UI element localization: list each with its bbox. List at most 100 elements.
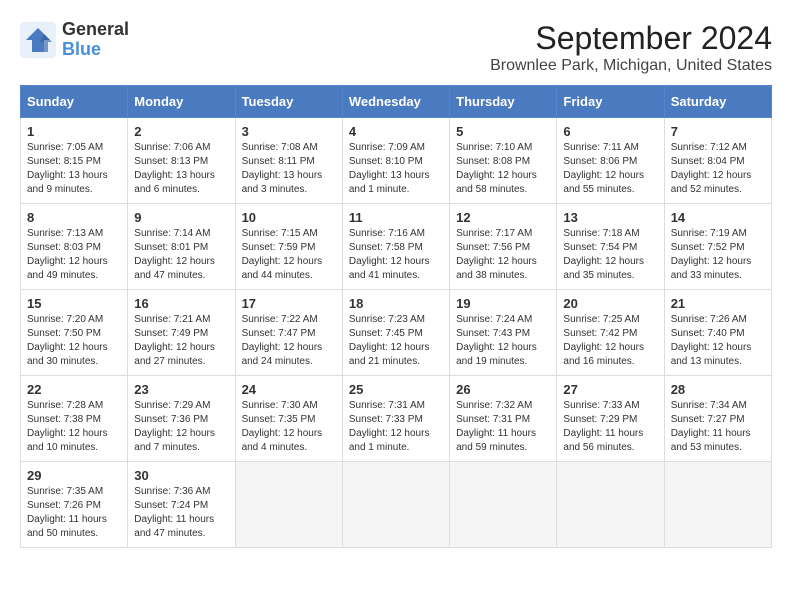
calendar-cell: 19 Sunrise: 7:24 AM Sunset: 7:43 PM Dayli… (450, 290, 557, 376)
calendar-cell (664, 462, 771, 548)
day-info: Sunrise: 7:31 AM Sunset: 7:33 PM Dayligh… (349, 399, 443, 455)
day-number: 29 (27, 468, 121, 483)
day-number: 30 (134, 468, 228, 483)
calendar-cell: 30 Sunrise: 7:36 AM Sunset: 7:24 PM Dayli… (128, 462, 235, 548)
calendar-cell: 15 Sunrise: 7:20 AM Sunset: 7:50 PM Dayli… (21, 290, 128, 376)
day-number: 28 (671, 382, 765, 397)
calendar-cell: 1Sunrise: 7:05 AM Sunset: 8:15 PM Daylig… (21, 118, 128, 204)
calendar-cell: 3Sunrise: 7:08 AM Sunset: 8:11 PM Daylig… (235, 118, 342, 204)
calendar-cell (235, 462, 342, 548)
logo: General Blue (20, 20, 129, 60)
day-info: Sunrise: 7:32 AM Sunset: 7:31 PM Dayligh… (456, 399, 550, 455)
day-info: Sunrise: 7:13 AM Sunset: 8:03 PM Dayligh… (27, 227, 121, 283)
day-info: Sunrise: 7:21 AM Sunset: 7:49 PM Dayligh… (134, 313, 228, 369)
logo-icon (20, 22, 56, 58)
calendar-cell (450, 462, 557, 548)
calendar-cell: 27 Sunrise: 7:33 AM Sunset: 7:29 PM Dayli… (557, 376, 664, 462)
calendar-cell: 25Sunrise: 7:31 AM Sunset: 7:33 PM Dayli… (342, 376, 449, 462)
logo-text: General Blue (62, 20, 129, 60)
day-number: 27 (563, 382, 657, 397)
day-number: 26 (456, 382, 550, 397)
day-number: 8 (27, 210, 121, 225)
calendar-cell (557, 462, 664, 548)
weekday-header: Thursday (450, 86, 557, 118)
day-number: 23 (134, 382, 228, 397)
day-number: 10 (242, 210, 336, 225)
calendar-cell: 12Sunrise: 7:17 AM Sunset: 7:56 PM Dayli… (450, 204, 557, 290)
day-number: 19 (456, 296, 550, 311)
day-number: 24 (242, 382, 336, 397)
calendar-table: SundayMondayTuesdayWednesdayThursdayFrid… (20, 85, 772, 548)
calendar-cell: 23 Sunrise: 7:29 AM Sunset: 7:36 PM Dayli… (128, 376, 235, 462)
day-number: 5 (456, 124, 550, 139)
day-info: Sunrise: 7:36 AM Sunset: 7:24 PM Dayligh… (134, 485, 228, 541)
day-info: Sunrise: 7:20 AM Sunset: 7:50 PM Dayligh… (27, 313, 121, 369)
calendar-cell: 21 Sunrise: 7:26 AM Sunset: 7:40 PM Dayli… (664, 290, 771, 376)
calendar-cell: 4Sunrise: 7:09 AM Sunset: 8:10 PM Daylig… (342, 118, 449, 204)
day-info: Sunrise: 7:30 AM Sunset: 7:35 PM Dayligh… (242, 399, 336, 455)
day-info: Sunrise: 7:06 AM Sunset: 8:13 PM Dayligh… (134, 141, 228, 197)
calendar-cell: 29Sunrise: 7:35 AM Sunset: 7:26 PM Dayli… (21, 462, 128, 548)
day-info: Sunrise: 7:29 AM Sunset: 7:36 PM Dayligh… (134, 399, 228, 455)
day-info: Sunrise: 7:08 AM Sunset: 8:11 PM Dayligh… (242, 141, 336, 197)
weekday-header: Sunday (21, 86, 128, 118)
calendar-cell: 16 Sunrise: 7:21 AM Sunset: 7:49 PM Dayli… (128, 290, 235, 376)
calendar-cell: 22Sunrise: 7:28 AM Sunset: 7:38 PM Dayli… (21, 376, 128, 462)
logo-line2: Blue (62, 40, 129, 60)
day-info: Sunrise: 7:12 AM Sunset: 8:04 PM Dayligh… (671, 141, 765, 197)
title-block: September 2024 Brownlee Park, Michigan, … (490, 20, 772, 75)
page-subtitle: Brownlee Park, Michigan, United States (490, 57, 772, 75)
calendar-cell: 6 Sunrise: 7:11 AM Sunset: 8:06 PM Daylig… (557, 118, 664, 204)
day-info: Sunrise: 7:26 AM Sunset: 7:40 PM Dayligh… (671, 313, 765, 369)
calendar-cell: 9 Sunrise: 7:14 AM Sunset: 8:01 PM Daylig… (128, 204, 235, 290)
day-info: Sunrise: 7:15 AM Sunset: 7:59 PM Dayligh… (242, 227, 336, 283)
day-number: 18 (349, 296, 443, 311)
weekday-header: Wednesday (342, 86, 449, 118)
day-info: Sunrise: 7:05 AM Sunset: 8:15 PM Dayligh… (27, 141, 121, 197)
day-info: Sunrise: 7:19 AM Sunset: 7:52 PM Dayligh… (671, 227, 765, 283)
day-number: 21 (671, 296, 765, 311)
weekday-header: Monday (128, 86, 235, 118)
day-number: 17 (242, 296, 336, 311)
calendar-week-row: 29Sunrise: 7:35 AM Sunset: 7:26 PM Dayli… (21, 462, 772, 548)
day-info: Sunrise: 7:10 AM Sunset: 8:08 PM Dayligh… (456, 141, 550, 197)
calendar-cell: 13Sunrise: 7:18 AM Sunset: 7:54 PM Dayli… (557, 204, 664, 290)
page-header: General Blue September 2024 Brownlee Par… (20, 20, 772, 75)
weekday-header: Friday (557, 86, 664, 118)
weekday-header: Saturday (664, 86, 771, 118)
day-info: Sunrise: 7:23 AM Sunset: 7:45 PM Dayligh… (349, 313, 443, 369)
day-number: 14 (671, 210, 765, 225)
day-info: Sunrise: 7:33 AM Sunset: 7:29 PM Dayligh… (563, 399, 657, 455)
day-number: 22 (27, 382, 121, 397)
calendar-cell: 11 Sunrise: 7:16 AM Sunset: 7:58 PM Dayli… (342, 204, 449, 290)
day-info: Sunrise: 7:16 AM Sunset: 7:58 PM Dayligh… (349, 227, 443, 283)
page-title: September 2024 (490, 20, 772, 57)
day-number: 20 (563, 296, 657, 311)
day-number: 12 (456, 210, 550, 225)
day-number: 9 (134, 210, 228, 225)
day-number: 15 (27, 296, 121, 311)
calendar-week-row: 22Sunrise: 7:28 AM Sunset: 7:38 PM Dayli… (21, 376, 772, 462)
day-info: Sunrise: 7:34 AM Sunset: 7:27 PM Dayligh… (671, 399, 765, 455)
calendar-week-row: 1Sunrise: 7:05 AM Sunset: 8:15 PM Daylig… (21, 118, 772, 204)
calendar-cell: 18 Sunrise: 7:23 AM Sunset: 7:45 PM Dayli… (342, 290, 449, 376)
calendar-cell: 7Sunrise: 7:12 AM Sunset: 8:04 PM Daylig… (664, 118, 771, 204)
calendar-cell: 28 Sunrise: 7:34 AM Sunset: 7:27 PM Dayli… (664, 376, 771, 462)
calendar-week-row: 15 Sunrise: 7:20 AM Sunset: 7:50 PM Dayli… (21, 290, 772, 376)
day-info: Sunrise: 7:25 AM Sunset: 7:42 PM Dayligh… (563, 313, 657, 369)
day-info: Sunrise: 7:11 AM Sunset: 8:06 PM Dayligh… (563, 141, 657, 197)
day-number: 16 (134, 296, 228, 311)
logo-line1: General (62, 20, 129, 40)
day-number: 6 (563, 124, 657, 139)
day-number: 2 (134, 124, 228, 139)
calendar-cell: 20 Sunrise: 7:25 AM Sunset: 7:42 PM Dayli… (557, 290, 664, 376)
day-info: Sunrise: 7:18 AM Sunset: 7:54 PM Dayligh… (563, 227, 657, 283)
calendar-cell: 26 Sunrise: 7:32 AM Sunset: 7:31 PM Dayli… (450, 376, 557, 462)
day-info: Sunrise: 7:24 AM Sunset: 7:43 PM Dayligh… (456, 313, 550, 369)
calendar-header-row: SundayMondayTuesdayWednesdayThursdayFrid… (21, 86, 772, 118)
weekday-header: Tuesday (235, 86, 342, 118)
day-info: Sunrise: 7:14 AM Sunset: 8:01 PM Dayligh… (134, 227, 228, 283)
calendar-cell: 17Sunrise: 7:22 AM Sunset: 7:47 PM Dayli… (235, 290, 342, 376)
calendar-cell: 2 Sunrise: 7:06 AM Sunset: 8:13 PM Daylig… (128, 118, 235, 204)
day-number: 11 (349, 210, 443, 225)
